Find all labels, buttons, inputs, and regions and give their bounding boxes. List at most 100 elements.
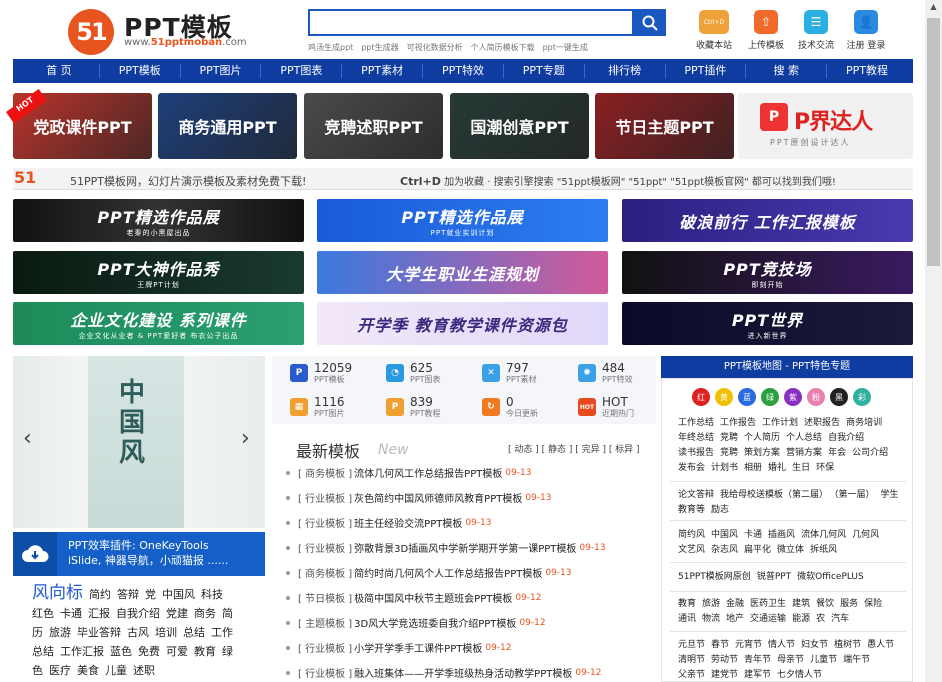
topic-link[interactable]: 微立体: [777, 545, 804, 555]
topic-link[interactable]: 述职报告: [804, 418, 840, 428]
nav-item[interactable]: PPT模板: [100, 64, 181, 78]
nav-item[interactable]: PPT素材: [342, 64, 424, 78]
nav-item[interactable]: PPT图片: [181, 64, 262, 78]
tag-link[interactable]: 商务: [194, 607, 216, 620]
tag-link[interactable]: 工作: [211, 626, 233, 639]
tag-link[interactable]: 旅游: [49, 626, 71, 639]
item-name[interactable]: 流体几何风工作总结报告PPT模板: [354, 465, 502, 480]
item-category[interactable]: [ 商务模板 ]: [298, 465, 352, 480]
stat-item[interactable]: ↻ 0 今日更新: [464, 390, 560, 424]
tag-link[interactable]: 党: [145, 588, 156, 601]
item-name[interactable]: 灰色简约中国风师德师风教育PPT模板: [354, 490, 522, 505]
tag-link[interactable]: 总结: [183, 626, 205, 639]
topic-link[interactable]: 父亲节: [678, 670, 705, 680]
topic-link[interactable]: 教育: [678, 599, 696, 609]
topic-link[interactable]: 医药卫生: [750, 599, 786, 609]
tag-link[interactable]: 风向标: [32, 583, 83, 603]
topic-link[interactable]: 个人总结: [786, 433, 822, 443]
topic-link[interactable]: 服务: [840, 599, 858, 609]
item-name[interactable]: 极简中国风中秋节主题班会PPT模板: [354, 590, 512, 605]
nav-item[interactable]: 搜 索: [746, 64, 828, 78]
color-chip[interactable]: 彩: [853, 388, 871, 406]
tag-link[interactable]: 可爱: [166, 645, 188, 658]
list-item[interactable]: [ 行业模板 ] 小学开学季手工课件PPT模板 09-12: [286, 635, 656, 660]
item-category[interactable]: [ 行业模板 ]: [298, 665, 352, 680]
topic-link[interactable]: 扁平化: [744, 545, 771, 555]
tag-link[interactable]: 科技: [201, 588, 223, 601]
tag-link[interactable]: 绿: [222, 645, 233, 658]
topic-link[interactable]: 交通运输: [750, 614, 786, 624]
tag-link[interactable]: 中国风: [162, 588, 195, 601]
item-category[interactable]: [ 行业模板 ]: [298, 515, 352, 530]
color-chip[interactable]: 粉: [807, 388, 825, 406]
topic-link[interactable]: 竞聘: [720, 448, 738, 458]
topic-link[interactable]: 年终总结: [678, 433, 714, 443]
tag-link[interactable]: 免费: [138, 645, 160, 658]
topic-link[interactable]: 卡通: [744, 530, 762, 540]
tool-3[interactable]: 👤 注册 登录: [842, 10, 890, 51]
tag-link[interactable]: 古风: [127, 626, 149, 639]
category-tile[interactable]: 节日主题PPT: [595, 93, 734, 159]
scroll-thumb[interactable]: [927, 18, 940, 266]
topic-link[interactable]: 春节: [711, 640, 729, 650]
nav-item[interactable]: PPT教程: [827, 64, 907, 78]
topic-link[interactable]: 餐饮: [816, 599, 834, 609]
topic-link[interactable]: 汽车: [831, 614, 849, 624]
tag-link[interactable]: 历: [32, 626, 43, 639]
tag-link[interactable]: 简约: [89, 588, 111, 601]
tag-link[interactable]: 美食: [77, 664, 99, 677]
item-name[interactable]: 融入班集体——开学季班级热身活动教学PPT模板: [354, 665, 572, 680]
promo-banner[interactable]: PPT大神作品秀 王牌PT计划: [13, 251, 304, 294]
topic-link[interactable]: 妇女节: [801, 640, 828, 650]
list-item[interactable]: [ 节日模板 ] 极简中国风中秋节主题班会PPT模板 09-12: [286, 585, 656, 610]
tool-0[interactable]: Ctrl+D 收藏本站: [690, 10, 738, 51]
hot-word[interactable]: 可视化数据分析: [407, 43, 463, 52]
topic-link[interactable]: 通讯: [678, 614, 696, 624]
color-chip[interactable]: 绿: [761, 388, 779, 406]
nav-item[interactable]: 排行榜: [585, 64, 666, 78]
item-name[interactable]: 小学开学季手工课件PPT模板: [354, 640, 482, 655]
topic-link[interactable]: 建党节: [711, 670, 738, 680]
list-item[interactable]: [ 行业模板 ] 班主任经验交流PPT模板 09-13: [286, 510, 656, 535]
topic-link[interactable]: 婚礼: [768, 463, 786, 473]
color-chip[interactable]: 黄: [715, 388, 733, 406]
category-tile[interactable]: 商务通用PPT: [158, 93, 297, 159]
item-category[interactable]: [ 节日模板 ]: [298, 590, 352, 605]
topic-link[interactable]: 清明节: [678, 655, 705, 665]
promo-banner[interactable]: PPT竞技场 即刻开始: [622, 251, 913, 294]
topic-link[interactable]: 植树节: [834, 640, 861, 650]
plugin-text[interactable]: PPT效率插件: OneKeyTools iSlide, 神器导航，小顽猫报 .…: [68, 538, 228, 568]
slider-prev-icon[interactable]: ‹: [23, 426, 32, 451]
topic-link[interactable]: 端午节: [843, 655, 870, 665]
hot-word[interactable]: 个人简历模板下载: [471, 43, 535, 52]
search-input[interactable]: [308, 9, 634, 36]
topic-link[interactable]: 七夕情人节: [777, 670, 822, 680]
topic-link[interactable]: 儿童节: [810, 655, 837, 665]
topic-link[interactable]: 物流: [702, 614, 720, 624]
topic-link[interactable]: 简约风: [678, 530, 705, 540]
item-category[interactable]: [ 主题模板 ]: [298, 615, 352, 630]
stat-item[interactable]: ◔ 625 PPT图表: [368, 356, 464, 390]
tool-1[interactable]: ⇧ 上传模板: [742, 10, 790, 51]
tag-link[interactable]: 蓝色: [110, 645, 132, 658]
topic-link[interactable]: 学生: [881, 490, 899, 500]
tool-2[interactable]: ☰ 技术交流: [792, 10, 840, 51]
promo-banner[interactable]: 大学生职业生涯规划: [317, 251, 608, 294]
topic-link[interactable]: 论文答辩: [678, 490, 714, 500]
topic-link[interactable]: 能源: [792, 614, 810, 624]
stat-item[interactable]: ▦ 1116 PPT图片: [272, 390, 368, 424]
color-chip[interactable]: 黑: [830, 388, 848, 406]
topic-link[interactable]: 金融: [726, 599, 744, 609]
topic-link[interactable]: 母亲节: [777, 655, 804, 665]
color-chip[interactable]: 紫: [784, 388, 802, 406]
stat-item[interactable]: HOT HOT 近期热门: [560, 390, 656, 424]
nav-item[interactable]: PPT图表: [261, 64, 343, 78]
topic-link[interactable]: 中国风: [711, 530, 738, 540]
topic-link[interactable]: 竞聘: [720, 433, 738, 443]
topic-link[interactable]: 几何风: [852, 530, 879, 540]
topic-link[interactable]: 劳动节: [711, 655, 738, 665]
stat-item[interactable]: ✕ 797 PPT素材: [464, 356, 560, 390]
tag-link[interactable]: 简: [222, 607, 233, 620]
topic-link[interactable]: 计划书: [711, 463, 738, 473]
tag-link[interactable]: 总结: [32, 645, 54, 658]
